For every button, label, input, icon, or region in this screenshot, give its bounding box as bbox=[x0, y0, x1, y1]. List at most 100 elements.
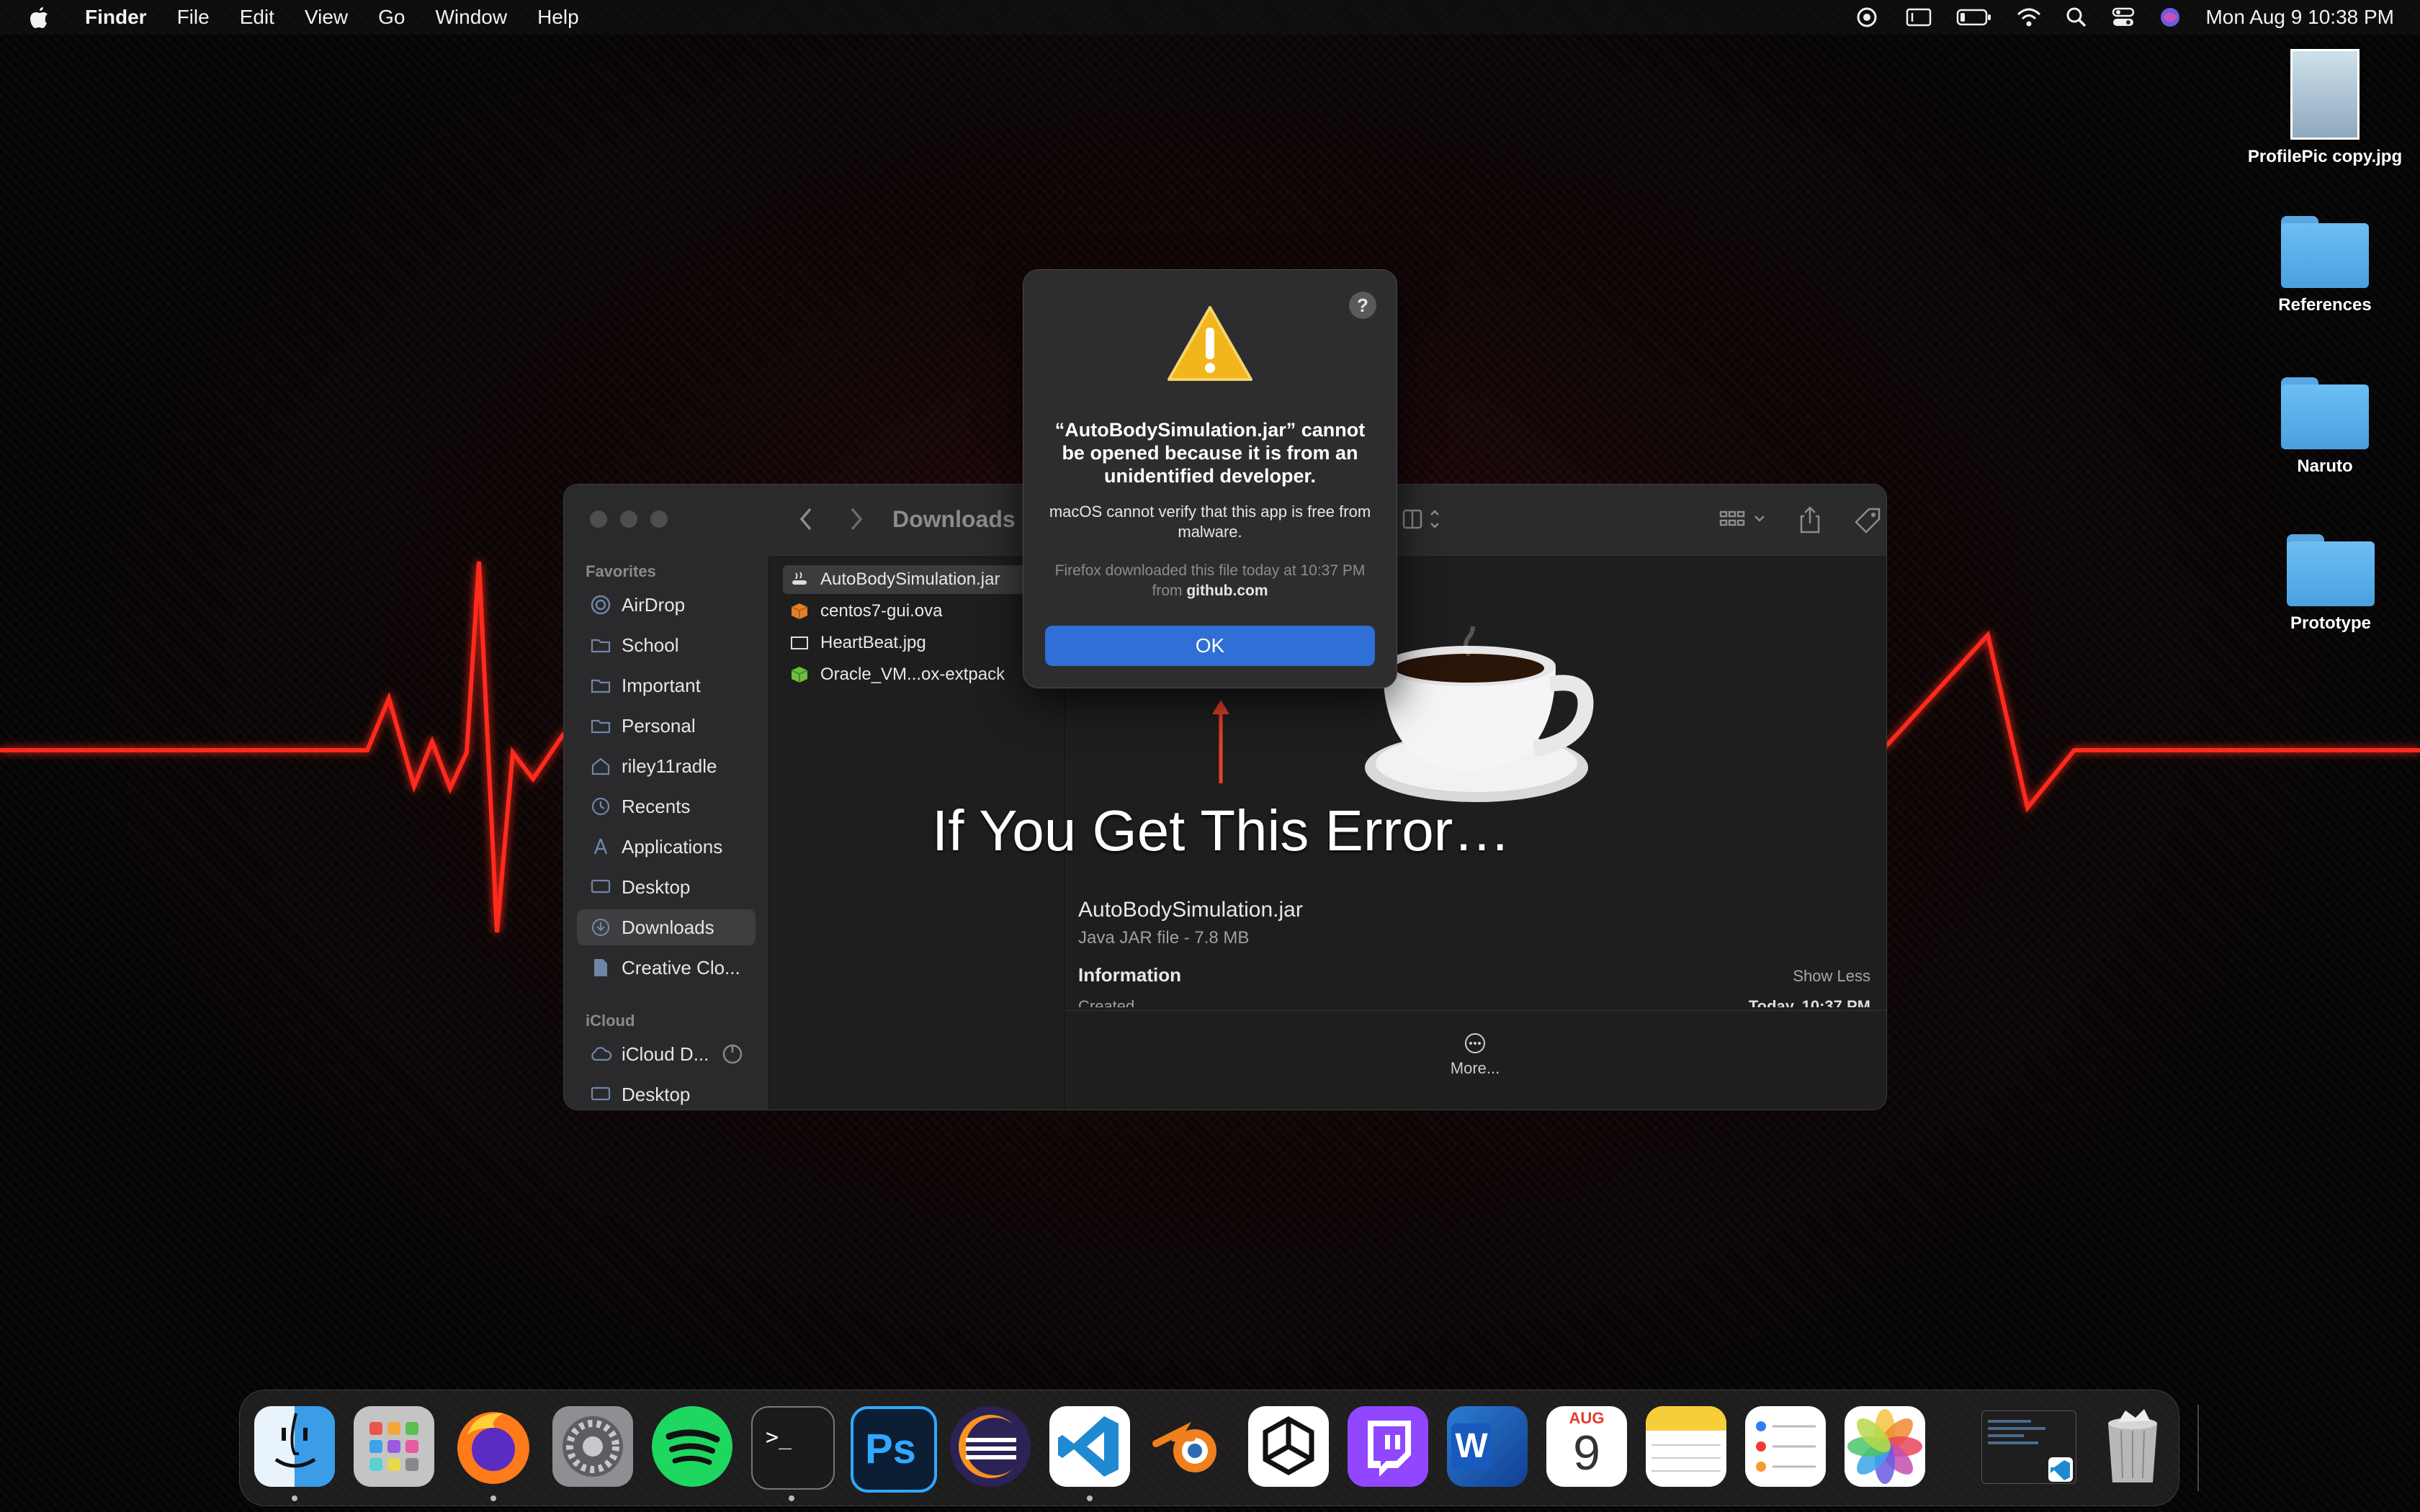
menu-file[interactable]: File bbox=[177, 6, 210, 29]
dock-app-system-preferences[interactable] bbox=[552, 1406, 633, 1487]
menu-clock[interactable]: Mon Aug 9 10:38 PM bbox=[2205, 6, 2394, 29]
more-button[interactable]: More... bbox=[1064, 1032, 1886, 1078]
show-less-button[interactable]: Show Less bbox=[1793, 967, 1870, 986]
sidebar-item-important[interactable]: Important bbox=[577, 667, 756, 703]
desktop-file-profilepic[interactable]: ProfilePic copy.jpg bbox=[2246, 49, 2404, 167]
notes-icon bbox=[1646, 1406, 1726, 1472]
dock-trash[interactable] bbox=[2092, 1406, 2173, 1487]
dock-app-unity[interactable] bbox=[1248, 1406, 1329, 1487]
dock-app-notes[interactable] bbox=[1646, 1406, 1726, 1487]
menu-view[interactable]: View bbox=[305, 6, 348, 29]
word-label: W bbox=[1451, 1423, 1492, 1470]
sidebar-item-desktop[interactable]: Desktop bbox=[577, 869, 756, 905]
file-row[interactable]: Oracle_VM...ox-extpack bbox=[783, 660, 1051, 689]
alert-source-info: Firefox downloaded this file today at 10… bbox=[1045, 561, 1375, 601]
dock-app-launchpad[interactable] bbox=[354, 1406, 434, 1487]
sidebar-item-icloud-desktop[interactable]: Desktop bbox=[577, 1076, 756, 1110]
dock-app-photoshop[interactable]: Ps bbox=[851, 1406, 937, 1493]
sidebar-item-label: Important bbox=[622, 674, 701, 696]
image-file-icon bbox=[790, 635, 810, 651]
control-center-icon[interactable] bbox=[2112, 6, 2135, 28]
dock-app-twitch[interactable] bbox=[1348, 1406, 1428, 1487]
dock-minimized-window[interactable] bbox=[1981, 1410, 2076, 1484]
sidebar-item-recents[interactable]: Recents bbox=[577, 788, 756, 824]
dock-app-spotify[interactable] bbox=[652, 1406, 732, 1487]
menu-help[interactable]: Help bbox=[537, 6, 579, 29]
sidebar-item-label: iCloud D... bbox=[622, 1043, 709, 1065]
sidebar-item-airdrop[interactable]: AirDrop bbox=[577, 587, 756, 623]
more-label: More... bbox=[1450, 1059, 1500, 1077]
desktop-folder-references[interactable]: References bbox=[2246, 216, 2404, 315]
dock-app-vscode[interactable] bbox=[1049, 1406, 1130, 1487]
group-by-icon[interactable] bbox=[1719, 506, 1777, 536]
folder-icon bbox=[2287, 534, 2375, 606]
apple-menu-icon[interactable] bbox=[29, 6, 58, 29]
zoom-window-button[interactable] bbox=[650, 510, 668, 528]
preview-info-header: Information bbox=[1078, 964, 1181, 986]
sidebar-item-school[interactable]: School bbox=[577, 627, 756, 663]
help-button[interactable]: ? bbox=[1349, 292, 1376, 319]
siri-icon[interactable] bbox=[2159, 6, 2181, 28]
desktop-folder-prototype[interactable]: Prototype bbox=[2251, 534, 2410, 634]
tag-icon[interactable] bbox=[1853, 506, 1882, 539]
dock-app-reminders[interactable] bbox=[1745, 1406, 1826, 1487]
display-icon[interactable] bbox=[1906, 7, 1932, 27]
forward-chevron-icon[interactable] bbox=[848, 506, 865, 536]
dock: >_ Ps W AUG 9 bbox=[239, 1390, 2199, 1506]
sidebar-item-personal[interactable]: Personal bbox=[577, 708, 756, 744]
image-thumbnail-icon bbox=[2290, 49, 2360, 140]
dock-app-eclipse[interactable] bbox=[950, 1406, 1031, 1487]
alert-source-domain: github.com bbox=[1186, 582, 1268, 599]
running-indicator bbox=[789, 1495, 794, 1501]
close-window-button[interactable] bbox=[590, 510, 607, 528]
airdrop-icon bbox=[588, 595, 613, 615]
creative-cloud-icon[interactable] bbox=[1852, 6, 1881, 28]
desktop-item-label: Prototype bbox=[2290, 613, 2371, 633]
sidebar-item-label: riley11radle bbox=[622, 755, 717, 777]
menu-app-name[interactable]: Finder bbox=[85, 6, 147, 29]
minimize-window-button[interactable] bbox=[620, 510, 637, 528]
dock-app-photos[interactable] bbox=[1845, 1406, 1925, 1487]
dock-app-word[interactable]: W bbox=[1447, 1406, 1528, 1487]
menu-window[interactable]: Window bbox=[435, 6, 507, 29]
sidebar-item-applications[interactable]: Applications bbox=[577, 829, 756, 865]
unidentified-developer-alert: ? “AutoBodySimulation.jar” cannot be ope… bbox=[1023, 269, 1397, 688]
file-row[interactable]: centos7-gui.ova bbox=[783, 597, 1051, 626]
file-name: AutoBodySimulation.jar bbox=[820, 570, 1000, 589]
sidebar-item-home[interactable]: riley11radle bbox=[577, 748, 756, 784]
vscode-icon bbox=[1058, 1416, 1119, 1477]
menu-go[interactable]: Go bbox=[378, 6, 405, 29]
dock-app-firefox[interactable] bbox=[453, 1406, 534, 1487]
share-icon[interactable] bbox=[1798, 506, 1821, 539]
file-row[interactable]: AutoBodySimulation.jar bbox=[783, 565, 1051, 594]
warning-icon bbox=[1168, 306, 1252, 381]
wifi-icon[interactable] bbox=[2017, 7, 2041, 27]
file-row[interactable]: HeartBeat.jpg bbox=[783, 629, 1051, 657]
view-mode-icon[interactable] bbox=[1402, 506, 1446, 536]
battery-icon[interactable] bbox=[1956, 8, 1992, 27]
sidebar-item-creative-cloud[interactable]: Creative Clo... bbox=[577, 950, 756, 986]
back-chevron-icon[interactable] bbox=[797, 506, 815, 536]
dock-app-calendar[interactable]: AUG 9 bbox=[1546, 1406, 1627, 1487]
menu-edit[interactable]: Edit bbox=[240, 6, 274, 29]
dock-app-blender[interactable] bbox=[1149, 1406, 1229, 1487]
finder-face-icon bbox=[274, 1413, 316, 1468]
java-icon bbox=[790, 570, 810, 589]
folder-icon bbox=[588, 718, 613, 734]
dock-app-terminal[interactable]: >_ bbox=[751, 1406, 835, 1490]
sidebar-item-icloud-drive[interactable]: iCloud D... bbox=[577, 1036, 756, 1072]
spotlight-icon[interactable] bbox=[2066, 6, 2087, 28]
sidebar-item-label: Personal bbox=[622, 714, 696, 737]
alert-title: “AutoBodySimulation.jar” cannot be opene… bbox=[1054, 419, 1366, 487]
alert-message: macOS cannot verify that this app is fre… bbox=[1049, 503, 1371, 541]
folder-icon bbox=[2281, 377, 2369, 449]
dock-separator bbox=[2197, 1405, 2199, 1491]
sidebar-item-downloads[interactable]: Downloads bbox=[577, 909, 756, 945]
document-icon bbox=[588, 958, 613, 978]
desktop-folder-naruto[interactable]: Naruto bbox=[2246, 377, 2404, 477]
file-name: HeartBeat.jpg bbox=[820, 633, 926, 652]
dock-app-finder[interactable] bbox=[254, 1406, 335, 1487]
launchpad-grid-icon bbox=[369, 1422, 418, 1471]
ok-button[interactable]: OK bbox=[1045, 626, 1375, 666]
photoshop-label: Ps bbox=[865, 1426, 916, 1472]
